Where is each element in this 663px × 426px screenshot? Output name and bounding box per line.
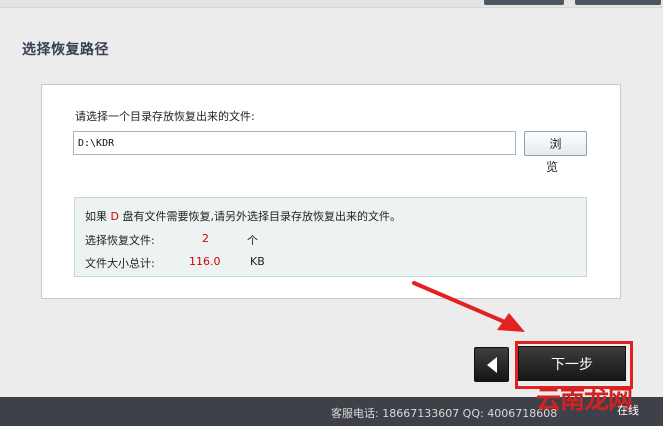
file-count-unit: 个 — [247, 234, 258, 247]
file-size-label: 文件大小总计: — [85, 257, 155, 270]
left-triangle-icon — [487, 357, 497, 373]
browse-button[interactable]: 浏 览 — [524, 131, 587, 174]
warning-suffix: 盘有文件需要恢复,请另外选择目录存放恢复出来的文件。 — [118, 210, 401, 223]
file-count-label: 选择恢复文件: — [85, 234, 155, 247]
warning-prefix: 如果 — [85, 210, 111, 223]
service-hotline: 客服电话: 18667133607 QQ: 4006718608 — [331, 407, 558, 420]
path-prompt: 请选择一个目录存放恢复出来的文件: — [75, 110, 255, 123]
path-input[interactable] — [73, 131, 516, 155]
online-service-link[interactable]: 在线 — [617, 402, 639, 418]
back-button[interactable] — [474, 347, 509, 382]
drive-warning: 如果 D 盘有文件需要恢复,请另外选择目录存放恢复出来的文件。 — [85, 208, 401, 224]
path-panel: 请选择一个目录存放恢复出来的文件: 浏 览 如果 D 盘有文件需要恢复,请另外选… — [41, 84, 621, 299]
arrow-head — [497, 313, 525, 332]
drive-letter: D — [110, 210, 119, 223]
file-size-value: 116.0 — [189, 255, 221, 268]
section-title: 选择恢复路径 — [22, 42, 109, 58]
top-tab-button-1[interactable] — [484, 0, 564, 5]
next-button[interactable]: 下一步 — [518, 346, 626, 381]
file-count-value: 2 — [202, 232, 209, 245]
top-tab-button-2[interactable] — [575, 0, 661, 5]
recovery-window: 选择恢复路径 请选择一个目录存放恢复出来的文件: 浏 览 如果 D 盘有文件需要… — [0, 0, 663, 426]
recovery-info-box: 如果 D 盘有文件需要恢复,请另外选择目录存放恢复出来的文件。 选择恢复文件: … — [74, 197, 587, 277]
file-size-unit: KB — [250, 255, 265, 268]
